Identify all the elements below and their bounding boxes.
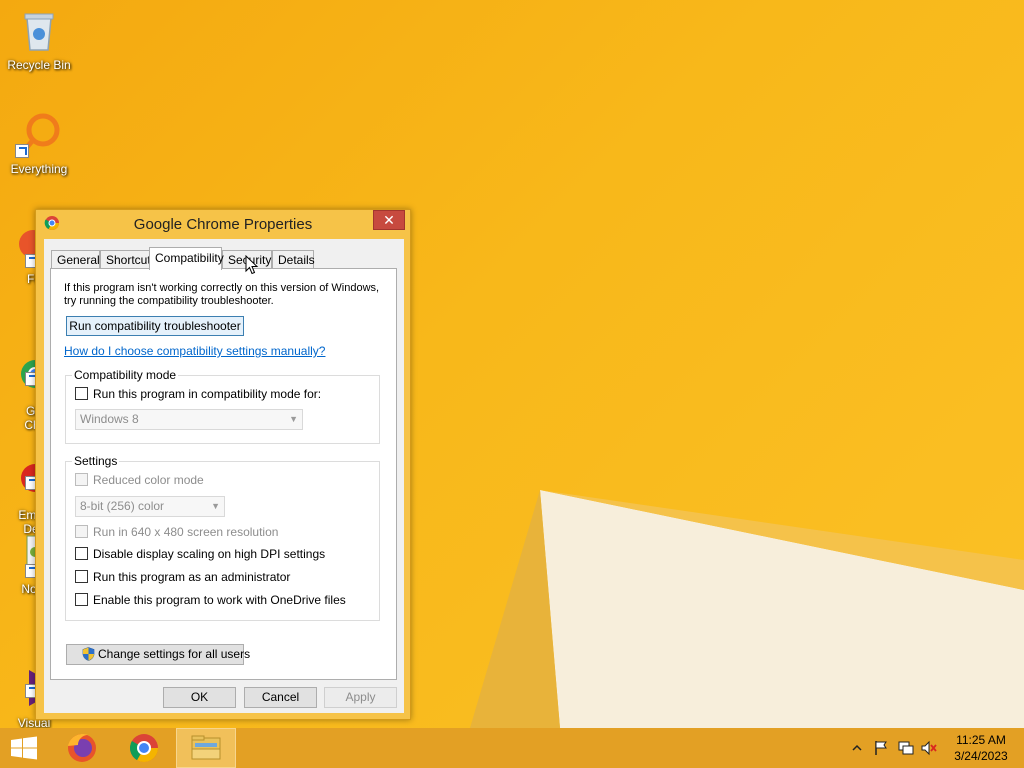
dialog-titlebar[interactable]: Google Chrome Properties ✕ bbox=[36, 210, 410, 238]
firefox-icon bbox=[68, 734, 96, 762]
tab-general[interactable]: General bbox=[51, 250, 100, 269]
action-center-flag-icon[interactable] bbox=[873, 740, 889, 756]
checkbox-label: Disable display scaling on high DPI sett… bbox=[93, 547, 326, 561]
change-settings-all-users-button[interactable]: Change settings for all users bbox=[66, 644, 250, 665]
desktop-icon-recycle-bin[interactable]: Recycle Bin bbox=[2, 6, 76, 72]
select-value: 8-bit (256) color bbox=[80, 499, 165, 513]
chrome-icon bbox=[130, 734, 158, 762]
dpi-scaling-checkbox[interactable] bbox=[75, 547, 88, 560]
chevron-down-icon: ▼ bbox=[211, 501, 220, 511]
checkbox-label: Run this program as an administrator bbox=[93, 570, 291, 584]
shortcut-arrow-icon bbox=[15, 144, 29, 158]
res-640-checkbox bbox=[75, 525, 88, 538]
checkbox-label: Reduced color mode bbox=[93, 473, 204, 487]
info-line: try running the compatibility troublesho… bbox=[64, 295, 274, 307]
start-button[interactable] bbox=[0, 728, 48, 768]
button-label: Change settings for all users bbox=[98, 647, 251, 661]
everything-app-icon bbox=[15, 110, 63, 158]
compatibility-mode-group: Compatibility mode Run this program in c… bbox=[65, 368, 380, 444]
os-version-select: Windows 8 ▼ bbox=[75, 409, 303, 430]
mouse-cursor-icon bbox=[245, 255, 259, 275]
reduced-color-checkbox-row: Reduced color mode bbox=[75, 473, 365, 488]
info-text: If this program isn't working correctly … bbox=[64, 282, 384, 308]
network-icon[interactable] bbox=[897, 740, 915, 756]
dpi-scaling-checkbox-row[interactable]: Disable display scaling on high DPI sett… bbox=[75, 547, 365, 562]
compat-mode-checkbox-row[interactable]: Run this program in compatibility mode f… bbox=[75, 387, 365, 402]
chevron-down-icon: ▼ bbox=[289, 414, 298, 424]
reduced-color-checkbox bbox=[75, 473, 88, 486]
info-line: If this program isn't working correctly … bbox=[64, 282, 380, 294]
cancel-button[interactable]: Cancel bbox=[244, 687, 317, 708]
ok-button[interactable]: OK bbox=[163, 687, 236, 708]
apply-button[interactable]: Apply bbox=[324, 687, 397, 708]
tab-shortcut[interactable]: Shortcut bbox=[100, 250, 151, 269]
show-hidden-icons-chevron-up-icon[interactable] bbox=[850, 742, 864, 754]
folder-icon bbox=[191, 735, 221, 760]
run-as-admin-checkbox-row[interactable]: Run this program as an administrator bbox=[75, 570, 365, 585]
desktop-icon-label: Everything bbox=[10, 162, 68, 176]
close-button[interactable]: ✕ bbox=[373, 210, 405, 230]
windows-logo-icon bbox=[11, 736, 37, 760]
run-troubleshooter-button[interactable]: Run compatibility troubleshooter bbox=[66, 316, 244, 336]
recycle-bin-icon bbox=[15, 6, 63, 54]
clock-time: 11:25 AM bbox=[956, 733, 1006, 747]
checkbox-label: Run this program in compatibility mode f… bbox=[93, 387, 322, 401]
compatibility-panel: If this program isn't working correctly … bbox=[50, 268, 397, 680]
volume-muted-icon[interactable] bbox=[920, 740, 938, 756]
dialog-body: General Shortcut Compatibility Security … bbox=[44, 239, 404, 713]
tab-details[interactable]: Details bbox=[272, 250, 315, 269]
onedrive-checkbox-row[interactable]: Enable this program to work with OneDriv… bbox=[75, 593, 375, 608]
group-label: Settings bbox=[72, 454, 120, 468]
run-as-admin-checkbox[interactable] bbox=[75, 570, 88, 583]
select-value: Windows 8 bbox=[80, 412, 139, 426]
color-depth-select: 8-bit (256) color ▼ bbox=[75, 496, 225, 517]
desktop-icon-label: Recycle Bin bbox=[7, 58, 71, 72]
group-label: Compatibility mode bbox=[72, 368, 179, 382]
system-clock[interactable]: 11:25 AM 3/24/2023 bbox=[948, 732, 1014, 764]
dialog-title: Google Chrome Properties bbox=[133, 216, 313, 233]
clock-date: 3/24/2023 bbox=[954, 749, 1008, 763]
taskbar-chrome[interactable] bbox=[114, 728, 174, 768]
checkbox-label: Enable this program to work with OneDriv… bbox=[93, 593, 346, 607]
compatibility-help-link[interactable]: How do I choose compatibility settings m… bbox=[64, 344, 325, 358]
res-640-checkbox-row: Run in 640 x 480 screen resolution bbox=[75, 525, 365, 540]
desktop-icon-everything[interactable]: Everything bbox=[2, 110, 76, 176]
settings-group: Settings Reduced color mode 8-bit (256) … bbox=[65, 454, 380, 621]
uac-shield-icon bbox=[82, 647, 95, 661]
compat-mode-checkbox[interactable] bbox=[75, 387, 88, 400]
taskbar-firefox[interactable] bbox=[52, 728, 112, 768]
onedrive-checkbox[interactable] bbox=[75, 593, 88, 606]
properties-dialog: Google Chrome Properties ✕ General Short… bbox=[35, 209, 411, 720]
taskbar-file-explorer[interactable] bbox=[176, 728, 236, 768]
checkbox-label: Run in 640 x 480 screen resolution bbox=[93, 525, 279, 539]
taskbar: 11:25 AM 3/24/2023 bbox=[0, 728, 1024, 768]
tab-compatibility[interactable]: Compatibility bbox=[149, 247, 224, 270]
